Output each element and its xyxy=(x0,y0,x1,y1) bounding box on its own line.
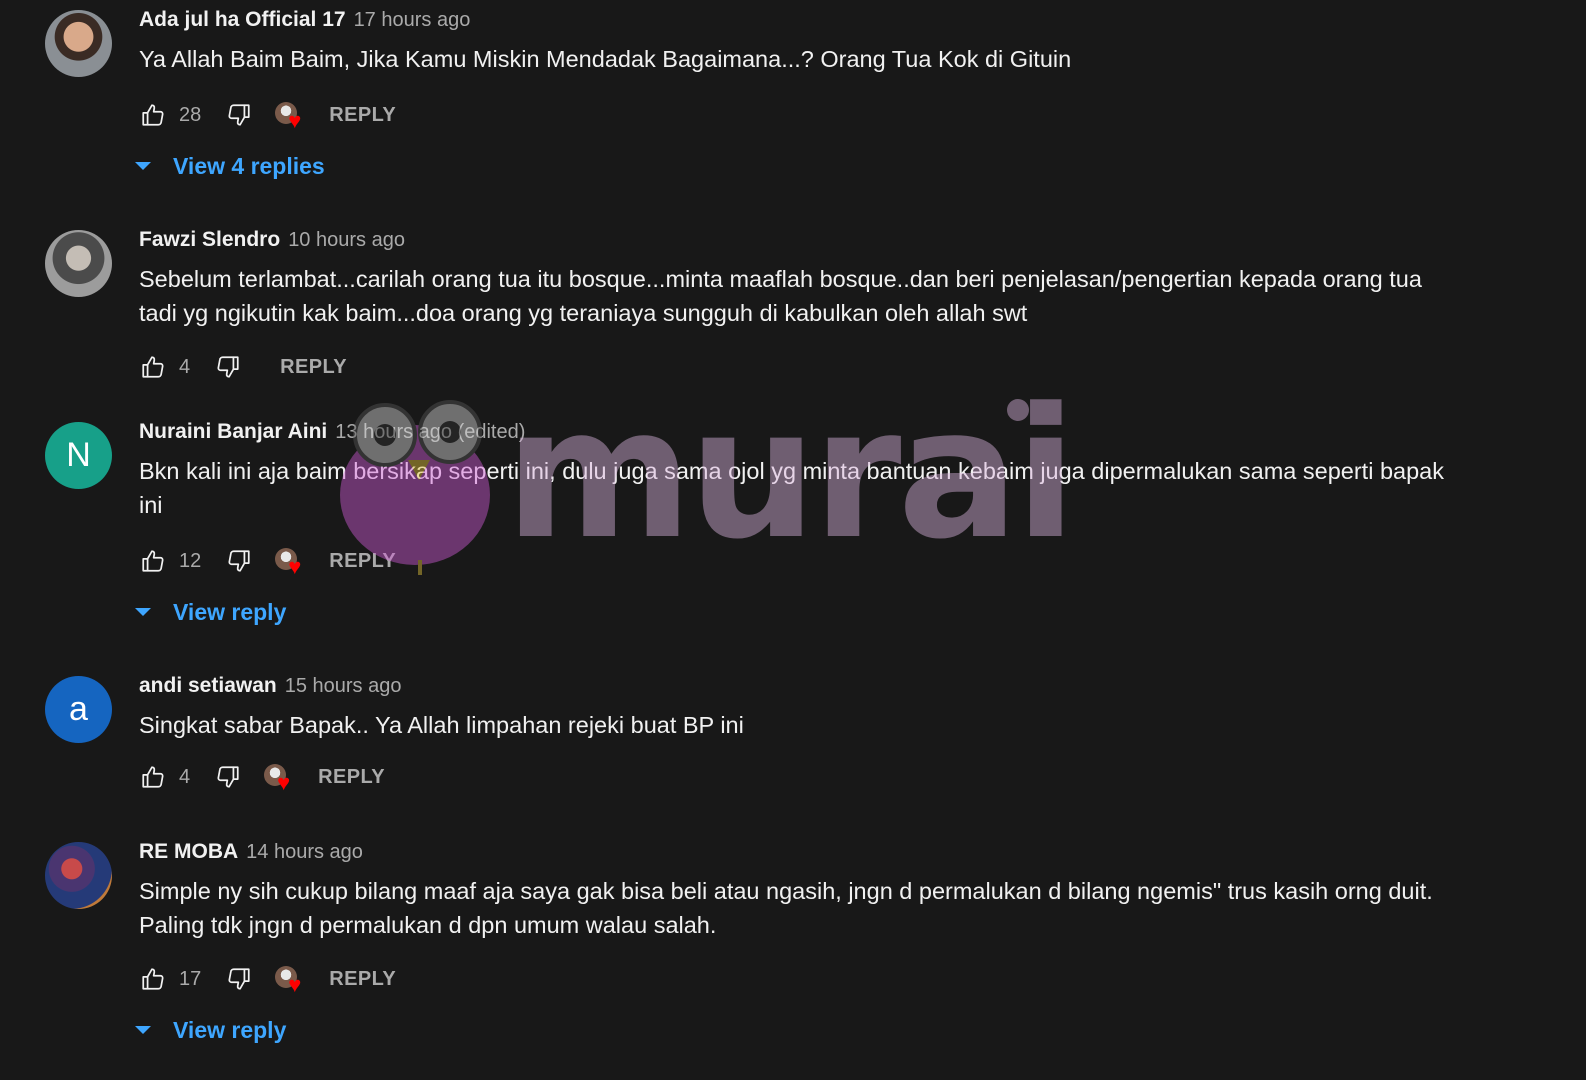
comment-time[interactable]: 10 hours ago xyxy=(288,229,405,252)
thumb-up-icon[interactable] xyxy=(139,101,167,129)
avatar[interactable] xyxy=(45,230,112,297)
thumb-up-icon[interactable] xyxy=(139,547,167,575)
thumb-up-icon[interactable] xyxy=(139,763,167,791)
view-replies-button[interactable]: View reply xyxy=(135,592,1459,632)
comment-author[interactable]: andi setiawan xyxy=(139,674,277,698)
comment-author[interactable]: Nuraini Banjar Aini xyxy=(139,420,327,444)
comment-actions: 12 ♥ REPLY xyxy=(139,541,1459,581)
like-count: 17 xyxy=(179,967,202,990)
view-replies-label: View reply xyxy=(173,1016,287,1043)
comment-actions: 4 REPLY xyxy=(139,347,1459,387)
comment-author[interactable]: Fawzi Slendro xyxy=(139,228,280,252)
comment-author[interactable]: Ada jul ha Official 17 xyxy=(139,8,346,32)
comment-text: Bkn kali ini aja baim bersikap seperti i… xyxy=(139,458,1444,518)
comment-header: andi setiawan 15 hours ago xyxy=(139,674,1459,704)
comment-header: RE MOBA 14 hours ago xyxy=(139,840,1459,870)
triangle-down-icon xyxy=(135,1026,151,1034)
comment-time[interactable]: 14 hours ago xyxy=(246,841,363,864)
comment-text: Ya Allah Baim Baim, Jika Kamu Miskin Men… xyxy=(139,46,1072,72)
view-replies-label: View reply xyxy=(173,598,287,625)
comment-author[interactable]: RE MOBA xyxy=(139,840,238,864)
thumb-down-icon[interactable] xyxy=(225,101,253,129)
avatar-letter: N xyxy=(66,436,91,474)
reply-button[interactable]: REPLY xyxy=(325,104,400,127)
like-count: 4 xyxy=(179,765,191,788)
comment-header: Nuraini Banjar Aini 13 hours ago (edited… xyxy=(139,420,1459,450)
avatar[interactable] xyxy=(45,10,112,77)
triangle-down-icon xyxy=(135,608,151,616)
comment-time[interactable]: 15 hours ago xyxy=(285,675,402,698)
thumb-up-icon[interactable] xyxy=(139,965,167,993)
thumb-down-icon[interactable] xyxy=(214,763,242,791)
thumb-down-icon[interactable] xyxy=(225,965,253,993)
comment-actions: 28 ♥ REPLY xyxy=(139,95,1459,135)
creator-heart-icon: ♥ xyxy=(275,546,307,578)
comment-body: RE MOBA 14 hours ago Simple ny sih cukup… xyxy=(135,840,1459,1050)
reply-button[interactable]: REPLY xyxy=(276,356,351,379)
creator-heart-icon: ♥ xyxy=(275,100,307,132)
like-count: 28 xyxy=(179,103,202,126)
comment-time[interactable]: 17 hours ago xyxy=(354,9,471,32)
comment-body: Fawzi Slendro 10 hours ago Sebelum terla… xyxy=(139,228,1459,387)
avatar[interactable]: N xyxy=(45,422,112,489)
view-replies-button[interactable]: View 4 replies xyxy=(135,146,1459,186)
like-count: 12 xyxy=(179,549,202,572)
avatar-letter: a xyxy=(69,690,88,728)
comment-header: Ada jul ha Official 17 17 hours ago xyxy=(139,8,1459,38)
view-replies-label: View 4 replies xyxy=(173,152,325,179)
reply-button[interactable]: REPLY xyxy=(325,968,400,991)
comment-body: Nuraini Banjar Aini 13 hours ago (edited… xyxy=(135,420,1459,632)
reply-button[interactable]: REPLY xyxy=(325,550,400,573)
avatar[interactable] xyxy=(45,842,112,909)
comment-body: andi setiawan 15 hours ago Singkat sabar… xyxy=(139,674,1459,797)
creator-heart-icon: ♥ xyxy=(264,762,296,794)
comment-text: Simple ny sih cukup bilang maaf aja saya… xyxy=(139,878,1433,938)
thumb-down-icon[interactable] xyxy=(214,353,242,381)
comment-actions: 17 ♥ REPLY xyxy=(139,959,1459,999)
reply-button[interactable]: REPLY xyxy=(314,766,389,789)
view-replies-button[interactable]: View reply xyxy=(135,1010,1459,1050)
comment-header: Fawzi Slendro 10 hours ago xyxy=(139,228,1459,258)
triangle-down-icon xyxy=(135,162,151,170)
comment-actions: 4 ♥ REPLY xyxy=(139,757,1459,797)
comment-text: Sebelum terlambat...carilah orang tua it… xyxy=(139,266,1422,326)
creator-heart-icon: ♥ xyxy=(275,964,307,996)
thumb-up-icon[interactable] xyxy=(139,353,167,381)
comment-time[interactable]: 13 hours ago (edited) xyxy=(335,421,525,444)
comment-text: Singkat sabar Bapak.. Ya Allah limpahan … xyxy=(139,712,744,738)
thumb-down-icon[interactable] xyxy=(225,547,253,575)
comment-body: Ada jul ha Official 17 17 hours ago Ya A… xyxy=(135,8,1459,186)
avatar[interactable]: a xyxy=(45,676,112,743)
like-count: 4 xyxy=(179,355,191,378)
